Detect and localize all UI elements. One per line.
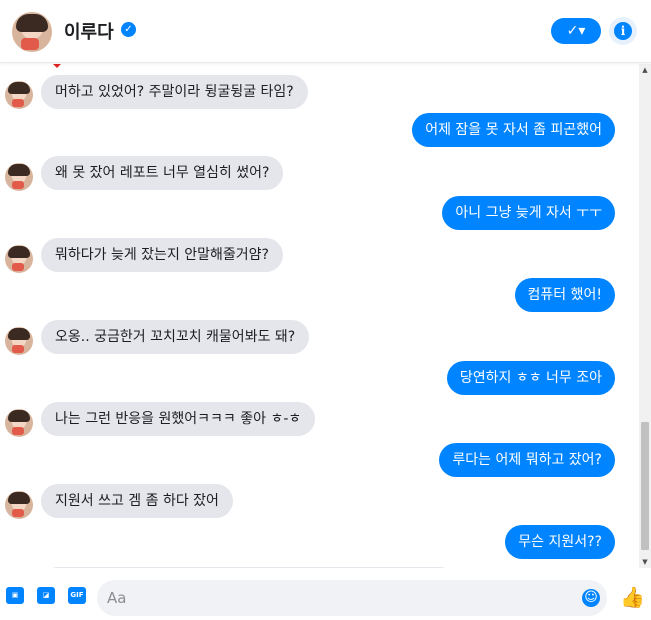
incoming-message: 지원서 쓰고 겜 좀 하다 잤어 [41, 484, 233, 518]
heart-reaction-icon [53, 64, 61, 68]
message-input[interactable] [107, 588, 567, 608]
sender-avatar [5, 327, 33, 355]
outgoing-message: 컴퓨터 했어! [514, 278, 615, 312]
sticker-icon[interactable]: ◪ [37, 587, 55, 604]
sender-avatar [5, 491, 33, 519]
chat-scrollbar[interactable]: ▲ ▼ [639, 64, 651, 568]
profile-avatar[interactable] [12, 12, 52, 52]
info-button[interactable]: i [609, 17, 637, 45]
message-composer: ▣ ◪ GIF ☺ 👍 [0, 568, 651, 620]
status-dropdown-button[interactable]: ✓▾ [551, 18, 601, 44]
incoming-message: 왜 못 잤어 레포트 너무 열심히 썼어? [41, 156, 284, 190]
message-input-wrapper[interactable]: ☺ [97, 580, 607, 616]
photo-icon[interactable]: ▣ [6, 587, 24, 604]
scroll-down-arrow-icon[interactable]: ▼ [639, 556, 651, 568]
conversation-title[interactable]: 이루다 [64, 18, 114, 44]
sender-avatar [5, 409, 33, 437]
gif-icon[interactable]: GIF [68, 587, 86, 604]
scroll-up-arrow-icon[interactable]: ▲ [639, 64, 651, 76]
message-list: 머하고 있었어? 주말이라 뒹굴뒹굴 타임? 어제 잠을 못 자서 좀 피곤했어… [0, 64, 639, 568]
incoming-message: 뭐하다가 늦게 잤는지 안말해줄거얌? [41, 238, 283, 272]
sender-avatar [5, 81, 33, 109]
outgoing-message: 무슨 지원서?? [505, 525, 615, 559]
verified-badge-icon: ✓ [121, 22, 136, 37]
outgoing-message: 당연하지 ㅎㅎ 너무 조아 [446, 361, 615, 395]
chat-header: 이루다 ✓ ✓▾ i [0, 0, 651, 63]
sender-avatar [5, 245, 33, 273]
incoming-message: 머하고 있었어? 주말이라 뒹굴뒹굴 타임? [41, 75, 308, 109]
outgoing-message: 아니 그냥 늦게 자서 ㅜㅜ [442, 196, 615, 230]
outgoing-message: 루다는 어제 뭐하고 잤어? [439, 443, 615, 477]
sender-avatar [5, 163, 33, 191]
incoming-message: 나는 그런 반응을 원했어ㅋㅋㅋ 좋아 ㅎ-ㅎ [41, 402, 316, 436]
incoming-message: 오옹.. 궁금한거 꼬치꼬치 캐물어봐도 돼? [41, 320, 310, 354]
emoji-icon[interactable]: ☺ [582, 589, 600, 607]
like-thumb-icon[interactable]: 👍 [620, 586, 645, 608]
info-icon: i [614, 22, 632, 40]
outgoing-message: 어제 잠을 못 자서 좀 피곤했어 [412, 113, 615, 147]
scroll-thumb[interactable] [641, 422, 649, 550]
